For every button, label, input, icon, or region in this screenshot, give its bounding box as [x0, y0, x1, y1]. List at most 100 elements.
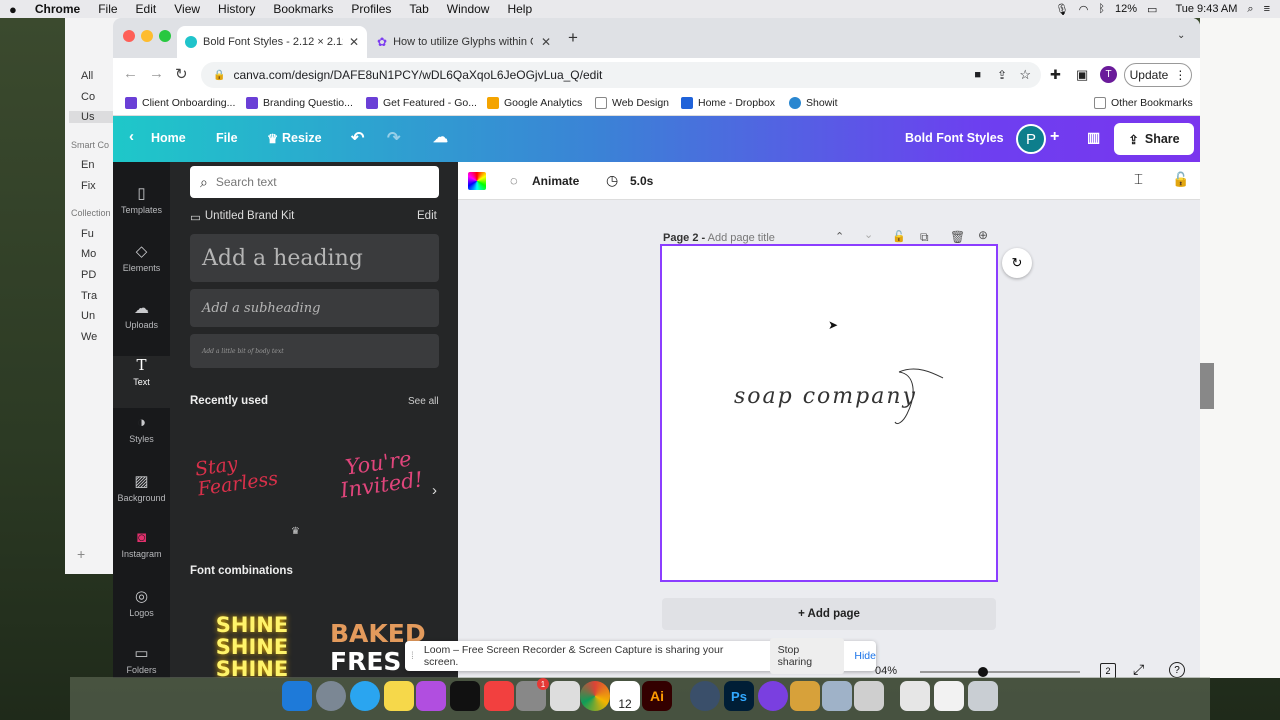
sidepanel-icon[interactable]: ▣ [1076, 67, 1088, 83]
rail-background[interactable]: ▨ Background [113, 472, 170, 503]
illustrator-icon[interactable]: Ai [642, 681, 672, 711]
search-text-input[interactable]: ⌕ Search text [190, 166, 439, 198]
finder-row[interactable]: We [81, 331, 97, 343]
bookmark-item[interactable]: Branding Questio... [246, 97, 353, 109]
downloads-stack-icon[interactable] [934, 681, 964, 711]
unlock-icon[interactable]: 🔓 [1172, 171, 1189, 188]
bookmark-item[interactable]: Get Featured - Go... [366, 97, 477, 109]
design-page[interactable]: soap company ➤ [660, 244, 998, 582]
see-all-link[interactable]: See all [408, 396, 439, 407]
pineapple-app-icon[interactable] [790, 681, 820, 711]
user-avatar[interactable]: P [1016, 124, 1046, 154]
other-bookmarks[interactable]: Other Bookmarks [1094, 97, 1193, 109]
add-subheading-button[interactable]: Add a subheading [190, 289, 439, 327]
system-preferences-icon[interactable]: 1 [516, 678, 549, 711]
battery-percent[interactable]: 12% [1115, 3, 1137, 15]
microphone-icon[interactable]: 🎙 [1055, 3, 1069, 16]
combo-shine[interactable]: SHINE SHINE SHINE [212, 614, 292, 678]
wifi-icon[interactable]: ◠ [1079, 3, 1089, 16]
page-title-input[interactable]: Add page title [708, 232, 775, 244]
menu-edit[interactable]: Edit [127, 2, 166, 16]
messages-icon[interactable] [350, 681, 380, 711]
recent-text-youre-invited[interactable]: You're Invited! [322, 445, 437, 504]
tab-search-chevron-icon[interactable]: ⌄ [1177, 30, 1185, 41]
stop-sharing-button[interactable]: Stop sharing [769, 638, 845, 674]
photoshop-icon[interactable]: Ps [724, 681, 754, 711]
help-icon[interactable]: ? [1169, 662, 1185, 678]
menu-view[interactable]: View [165, 2, 209, 16]
extensions-icon[interactable]: ✚ [1050, 67, 1061, 83]
paint-roller-icon[interactable]: ⌶ [1134, 171, 1143, 188]
menu-help[interactable]: Help [498, 2, 541, 16]
menu-app-name[interactable]: Chrome [26, 2, 89, 16]
design-title[interactable]: Bold Font Styles [905, 131, 1004, 145]
rail-logos[interactable]: ◎ Logos [113, 587, 170, 618]
cloud-saved-icon[interactable]: ☁ [433, 128, 448, 146]
finder-row[interactable]: Fu [81, 228, 94, 240]
preview-icon[interactable] [822, 681, 852, 711]
rail-text[interactable]: T Text [113, 356, 170, 408]
add-body-text-button[interactable]: Add a little bit of body text [190, 334, 439, 368]
chrome-icon[interactable] [580, 681, 610, 711]
news-icon[interactable] [484, 681, 514, 711]
resize-button[interactable]: Resize [282, 131, 322, 145]
brand-kit-edit-button[interactable]: Edit [417, 210, 437, 222]
add-collaborator-icon[interactable]: + [1050, 128, 1059, 146]
spotlight-icon[interactable]: ⌕ [1247, 3, 1253, 16]
tab-bold-font-styles[interactable]: Bold Font Styles - 2.12 × 2.12in ✕ [177, 26, 367, 58]
chevron-right-icon[interactable]: › [432, 482, 437, 499]
redo-icon[interactable]: ↷ [387, 128, 400, 148]
chevron-up-icon[interactable]: ⌃ [835, 230, 844, 243]
home-button[interactable]: Home [151, 131, 186, 145]
tab-glyphs[interactable]: ✿ How to utilize Glyphs within Ca ✕ [369, 26, 559, 58]
menu-window[interactable]: Window [438, 2, 499, 16]
quicktime-icon[interactable] [690, 681, 720, 711]
bookmark-item[interactable]: Web Design [595, 97, 669, 109]
apple-icon[interactable]: ● [0, 2, 26, 17]
comment-icon[interactable]: ↻ [1002, 248, 1032, 278]
bookmark-item[interactable]: Home - Dropbox [681, 97, 775, 109]
lock-page-icon[interactable]: 🔓 [892, 230, 906, 243]
bookmark-star-icon[interactable]: ☆ [1019, 67, 1031, 83]
color-picker-button[interactable] [468, 172, 486, 190]
file-menu-button[interactable]: File [216, 131, 238, 145]
menu-file[interactable]: File [89, 2, 126, 16]
rail-instagram[interactable]: ◙ Instagram [113, 529, 170, 559]
rail-templates[interactable]: ▯ Templates [113, 184, 170, 215]
menubar-clock[interactable]: Tue 9:43 AM [1175, 3, 1237, 15]
page-count-button[interactable]: 2 [1100, 663, 1116, 678]
zoom-percent[interactable]: 04% [875, 665, 897, 677]
finder-row[interactable]: Mo [81, 248, 96, 260]
address-bar[interactable]: 🔒 canva.com/design/DAFE8uN1PCY/wDL6QaXqo… [201, 62, 1041, 88]
brand-kit-name[interactable]: Untitled Brand Kit [205, 210, 295, 224]
add-page-above-icon[interactable]: ⊕ [978, 228, 988, 242]
add-icon[interactable]: + [77, 546, 85, 562]
profile-avatar[interactable]: T [1100, 66, 1117, 83]
menu-history[interactable]: History [209, 2, 264, 16]
rail-elements[interactable]: ◇ Elements [113, 242, 170, 273]
delete-page-icon[interactable]: 🗑 [950, 230, 965, 244]
launchpad-icon[interactable] [316, 681, 346, 711]
reload-icon[interactable]: ↻ [175, 65, 188, 83]
calendar-icon[interactable]: 12 [610, 681, 640, 711]
rail-folders[interactable]: ▭ Folders [113, 644, 170, 675]
menu-bookmarks[interactable]: Bookmarks [264, 2, 342, 16]
update-button[interactable]: Update ⋮ [1124, 63, 1192, 87]
camera-icon[interactable]: ■ [974, 69, 981, 81]
zoom-slider[interactable] [920, 667, 1080, 677]
duplicate-page-icon[interactable]: ⧉ [920, 230, 929, 245]
zoom-window-button[interactable] [159, 30, 171, 42]
finder-row[interactable]: Fix [81, 180, 96, 192]
finder-row[interactable]: En [81, 159, 94, 171]
finder-icon[interactable] [282, 681, 312, 711]
duration-button[interactable]: 5.0s [630, 174, 653, 188]
chevron-left-icon[interactable]: ‹ [129, 128, 134, 145]
menu-profiles[interactable]: Profiles [342, 2, 400, 16]
close-tab-icon[interactable]: ✕ [541, 35, 551, 49]
finder-row[interactable]: PD [81, 269, 96, 281]
zoom-slider-handle[interactable] [978, 667, 988, 677]
minimize-window-button[interactable] [141, 30, 153, 42]
forward-icon[interactable]: → [149, 65, 164, 82]
drag-handle-icon[interactable]: ⁞ [411, 650, 414, 662]
share-page-icon[interactable]: ⇪ [997, 68, 1007, 82]
